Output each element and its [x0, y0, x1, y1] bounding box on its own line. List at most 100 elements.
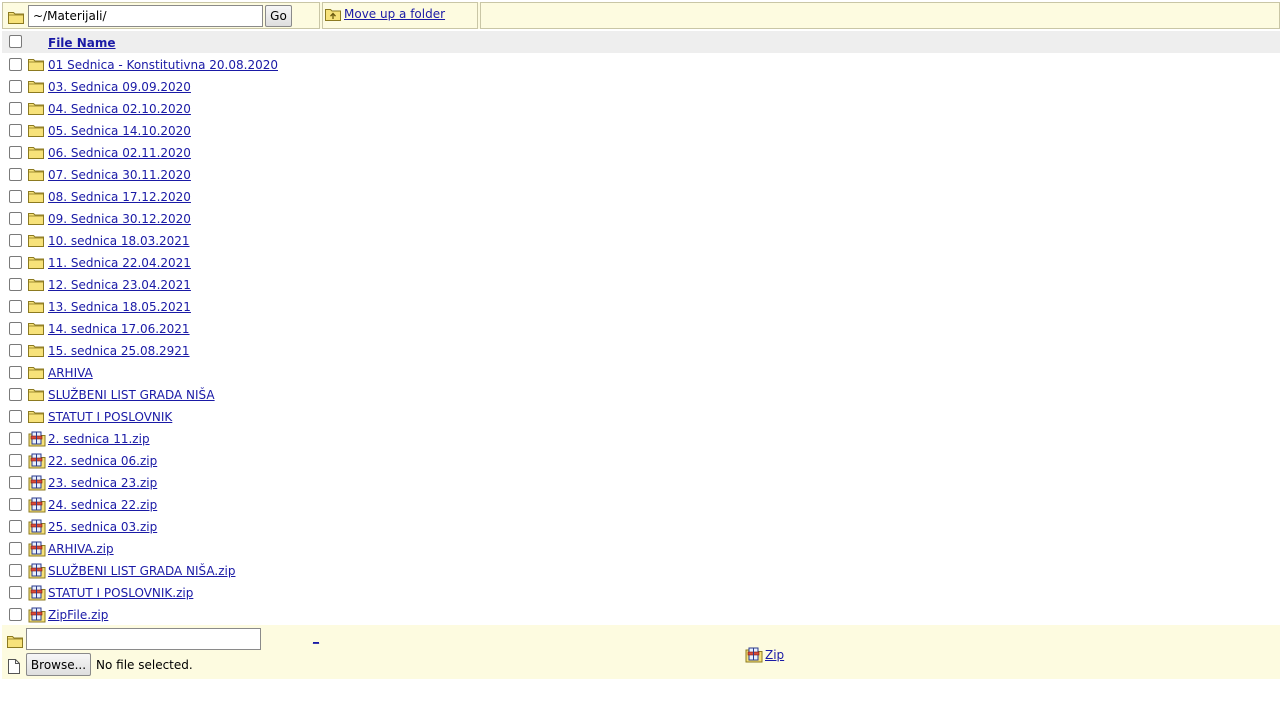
- zip-icon: [28, 475, 46, 491]
- toolbar: Go Move up a folder: [2, 2, 1280, 29]
- file-select-checkbox[interactable]: [9, 124, 22, 137]
- folder-link[interactable]: 14. sednica 17.06.2021: [48, 322, 190, 336]
- folder-icon: [28, 233, 44, 247]
- file-select-checkbox[interactable]: [9, 542, 22, 555]
- file-row: SLUŽBENI LIST GRADA NIŠA.zip: [2, 560, 1280, 582]
- file-row: 05. Sednica 14.10.2020: [2, 120, 1280, 142]
- new-folder-icon: [7, 634, 23, 648]
- toolbar-spacer: [480, 2, 1280, 29]
- zip-file-link[interactable]: 2. sednica 11.zip: [48, 432, 150, 446]
- zip-icon: [28, 431, 46, 447]
- file-select-checkbox[interactable]: [9, 564, 22, 577]
- zip-file-link[interactable]: ARHIVA.zip: [48, 542, 114, 556]
- file-select-checkbox[interactable]: [9, 388, 22, 401]
- move-up-folder-link[interactable]: Move up a folder: [325, 7, 445, 21]
- folder-link[interactable]: 07. Sednica 30.11.2020: [48, 168, 191, 182]
- zip-file-link[interactable]: ZipFile.zip: [48, 608, 108, 622]
- file-row: 24. sednica 22.zip: [2, 494, 1280, 516]
- file-select-checkbox[interactable]: [9, 58, 22, 71]
- folder-link[interactable]: 13. Sednica 18.05.2021: [48, 300, 191, 314]
- file-select-checkbox[interactable]: [9, 344, 22, 357]
- file-select-checkbox[interactable]: [9, 278, 22, 291]
- file-select-checkbox[interactable]: [9, 432, 22, 445]
- file-icon: [8, 659, 20, 677]
- file-select-checkbox[interactable]: [9, 454, 22, 467]
- folder-link[interactable]: 06. Sednica 02.11.2020: [48, 146, 191, 160]
- file-row: 11. Sednica 22.04.2021: [2, 252, 1280, 274]
- folder-link[interactable]: 12. Sednica 23.04.2021: [48, 278, 191, 292]
- folder-link[interactable]: ARHIVA: [48, 366, 93, 380]
- zip-icon: [28, 563, 46, 579]
- file-select-checkbox[interactable]: [9, 586, 22, 599]
- new-folder-name-input[interactable]: [26, 628, 261, 650]
- folder-link[interactable]: 04. Sednica 02.10.2020: [48, 102, 191, 116]
- folder-link[interactable]: 11. Sednica 22.04.2021: [48, 256, 191, 270]
- file-select-checkbox[interactable]: [9, 498, 22, 511]
- file-select-checkbox[interactable]: [9, 300, 22, 313]
- folder-link[interactable]: SLUŽBENI LIST GRADA NIŠA: [48, 388, 215, 402]
- folder-link[interactable]: 10. sednica 18.03.2021: [48, 234, 190, 248]
- file-select-checkbox[interactable]: [9, 608, 22, 621]
- select-all-checkbox[interactable]: [9, 35, 22, 48]
- folder-link[interactable]: 08. Sednica 17.12.2020: [48, 190, 191, 204]
- file-row: 12. Sednica 23.04.2021: [2, 274, 1280, 296]
- folder-link[interactable]: 03. Sednica 09.09.2020: [48, 80, 191, 94]
- file-select-checkbox[interactable]: [9, 234, 22, 247]
- folder-link[interactable]: 09. Sednica 30.12.2020: [48, 212, 191, 226]
- file-select-checkbox[interactable]: [9, 322, 22, 335]
- create-folder-link[interactable]: _: [313, 630, 319, 644]
- file-select-checkbox[interactable]: [9, 102, 22, 115]
- file-row: STATUT I POSLOVNIK.zip: [2, 582, 1280, 604]
- file-row: 09. Sednica 30.12.2020: [2, 208, 1280, 230]
- folder-link[interactable]: 05. Sednica 14.10.2020: [48, 124, 191, 138]
- file-row: SLUŽBENI LIST GRADA NIŠA: [2, 384, 1280, 406]
- file-select-checkbox[interactable]: [9, 520, 22, 533]
- zip-file-link[interactable]: 25. sednica 03.zip: [48, 520, 157, 534]
- browse-button[interactable]: Browse...: [26, 653, 91, 676]
- file-select-checkbox[interactable]: [9, 256, 22, 269]
- folder-link[interactable]: STATUT I POSLOVNIK: [48, 410, 172, 424]
- zip-file-link[interactable]: 22. sednica 06.zip: [48, 454, 157, 468]
- path-input[interactable]: [28, 5, 263, 27]
- folder-icon: [28, 299, 44, 313]
- file-select-checkbox[interactable]: [9, 476, 22, 489]
- file-name-column-header[interactable]: File Name: [48, 36, 116, 50]
- zip-file-link[interactable]: 23. sednica 23.zip: [48, 476, 157, 490]
- file-row: 25. sednica 03.zip: [2, 516, 1280, 538]
- folder-icon: [28, 167, 44, 181]
- folder-icon: [28, 409, 44, 423]
- file-row: 13. Sednica 18.05.2021: [2, 296, 1280, 318]
- file-select-checkbox[interactable]: [9, 366, 22, 379]
- folder-link[interactable]: 01 Sednica - Konstitutivna 20.08.2020: [48, 58, 278, 72]
- folder-icon: [8, 10, 24, 24]
- file-table-header: File Name: [2, 31, 1280, 53]
- file-row: 15. sednica 25.08.2921: [2, 340, 1280, 362]
- file-select-checkbox[interactable]: [9, 190, 22, 203]
- zip-file-link[interactable]: STATUT I POSLOVNIK.zip: [48, 586, 193, 600]
- folder-link[interactable]: 15. sednica 25.08.2921: [48, 344, 190, 358]
- folder-icon: [28, 189, 44, 203]
- folder-icon: [28, 277, 44, 291]
- file-select-checkbox[interactable]: [9, 146, 22, 159]
- zip-selected-link[interactable]: Zip: [745, 647, 784, 663]
- zip-icon: [28, 453, 46, 469]
- zip-file-link[interactable]: SLUŽBENI LIST GRADA NIŠA.zip: [48, 564, 235, 578]
- action-panel: _ Browse... No file selected. Zip: [2, 625, 1280, 679]
- file-select-checkbox[interactable]: [9, 212, 22, 225]
- folder-icon: [28, 123, 44, 137]
- go-button[interactable]: Go: [265, 5, 292, 27]
- file-row: 07. Sednica 30.11.2020: [2, 164, 1280, 186]
- zip-file-link[interactable]: 24. sednica 22.zip: [48, 498, 157, 512]
- zip-icon: [745, 647, 763, 663]
- file-row: 01 Sednica - Konstitutivna 20.08.2020: [2, 54, 1280, 76]
- folder-icon: [28, 387, 44, 401]
- file-select-checkbox[interactable]: [9, 410, 22, 423]
- file-select-checkbox[interactable]: [9, 80, 22, 93]
- file-row: 14. sednica 17.06.2021: [2, 318, 1280, 340]
- file-select-checkbox[interactable]: [9, 168, 22, 181]
- file-row: 04. Sednica 02.10.2020: [2, 98, 1280, 120]
- folder-icon: [28, 321, 44, 335]
- folder-icon: [28, 343, 44, 357]
- file-row: 22. sednica 06.zip: [2, 450, 1280, 472]
- folder-icon: [28, 365, 44, 379]
